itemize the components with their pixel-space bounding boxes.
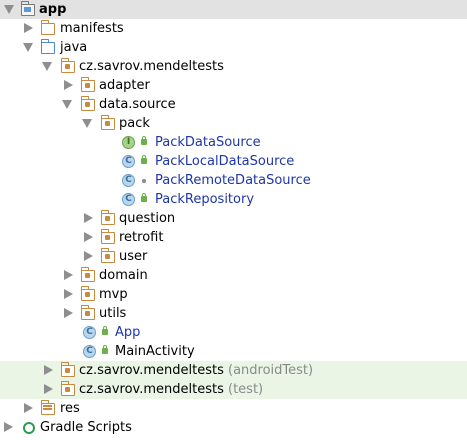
node-label: app bbox=[39, 2, 67, 17]
package-icon bbox=[60, 381, 75, 396]
tree-node-question[interactable]: question bbox=[0, 209, 467, 228]
node-label: cz.savrov.mendeltests bbox=[79, 59, 224, 74]
tree-node-app[interactable]: app bbox=[0, 0, 467, 19]
node-label: MainActivity bbox=[115, 344, 195, 359]
source-set-suffix: (test) bbox=[228, 382, 264, 397]
tree-node-pack-repository[interactable]: C PackRepository bbox=[0, 190, 467, 209]
collapse-arrow-icon[interactable] bbox=[64, 80, 73, 90]
package-icon bbox=[60, 58, 75, 73]
package-icon bbox=[100, 229, 115, 244]
node-label: manifests bbox=[60, 21, 124, 36]
gradle-icon bbox=[23, 422, 35, 434]
package-icon bbox=[100, 248, 115, 263]
tree-node-data-source[interactable]: data.source bbox=[0, 95, 467, 114]
expand-arrow-icon[interactable] bbox=[82, 119, 92, 128]
tree-node-app-class[interactable]: C App bbox=[0, 323, 467, 342]
tree-node-res[interactable]: res bbox=[0, 399, 467, 418]
node-label: mvp bbox=[99, 287, 128, 302]
tree-node-domain[interactable]: domain bbox=[0, 266, 467, 285]
collapse-arrow-icon[interactable] bbox=[84, 251, 93, 261]
folder-icon bbox=[40, 20, 55, 35]
tree-node-gradle-scripts[interactable]: Gradle Scripts bbox=[0, 418, 467, 437]
public-lock-icon bbox=[141, 155, 147, 164]
collapse-arrow-icon[interactable] bbox=[64, 289, 73, 299]
expand-arrow-icon[interactable] bbox=[4, 5, 14, 14]
interface-icon: I bbox=[122, 136, 135, 149]
tree-node-adapter[interactable]: adapter bbox=[0, 76, 467, 95]
expand-arrow-icon[interactable] bbox=[42, 62, 52, 71]
tree-node-package-android-test[interactable]: cz.savrov.mendeltests (androidTest) bbox=[0, 361, 467, 380]
package-icon bbox=[60, 362, 75, 377]
class-icon: C bbox=[122, 155, 135, 168]
node-label: cz.savrov.mendeltests (test) bbox=[79, 381, 263, 398]
expand-arrow-icon[interactable] bbox=[23, 43, 33, 52]
collapse-arrow-icon[interactable] bbox=[24, 403, 33, 413]
tree-node-package-main[interactable]: cz.savrov.mendeltests bbox=[0, 57, 467, 76]
tree-node-retrofit[interactable]: retrofit bbox=[0, 228, 467, 247]
tree-node-manifests[interactable]: manifests bbox=[0, 19, 467, 38]
tree-node-main-activity[interactable]: C MainActivity bbox=[0, 342, 467, 361]
source-set-suffix: (androidTest) bbox=[228, 363, 314, 378]
package-icon bbox=[80, 305, 95, 320]
public-lock-icon bbox=[102, 326, 108, 335]
node-label: domain bbox=[99, 268, 148, 283]
expand-arrow-icon[interactable] bbox=[62, 100, 72, 109]
tree-node-pack[interactable]: pack bbox=[0, 114, 467, 133]
collapse-arrow-icon[interactable] bbox=[64, 308, 73, 318]
node-label: PackRepository bbox=[155, 192, 255, 207]
node-label: Gradle Scripts bbox=[40, 420, 132, 435]
node-label: data.source bbox=[99, 97, 176, 112]
tree-node-java[interactable]: java bbox=[0, 38, 467, 57]
package-icon bbox=[80, 77, 95, 92]
public-lock-icon bbox=[141, 136, 147, 145]
collapse-arrow-icon[interactable] bbox=[4, 422, 13, 432]
package-icon bbox=[80, 267, 95, 282]
node-label: adapter bbox=[99, 78, 150, 93]
node-label: res bbox=[60, 401, 80, 416]
node-label: java bbox=[60, 40, 88, 55]
node-label: utils bbox=[99, 306, 127, 321]
node-label: PackDataSource bbox=[155, 135, 261, 150]
package-icon bbox=[100, 210, 115, 225]
collapse-arrow-icon[interactable] bbox=[24, 23, 33, 33]
tree-node-utils[interactable]: utils bbox=[0, 304, 467, 323]
node-label: question bbox=[119, 211, 176, 226]
tree-node-pack-data-source[interactable]: I PackDataSource bbox=[0, 133, 467, 152]
node-label: cz.savrov.mendeltests (androidTest) bbox=[79, 362, 313, 379]
class-icon: C bbox=[122, 174, 135, 187]
class-icon: C bbox=[83, 326, 96, 339]
package-icon bbox=[100, 115, 115, 130]
source-folder-icon bbox=[40, 39, 55, 54]
resource-folder-icon bbox=[40, 400, 55, 415]
tree-node-pack-local-data-source[interactable]: C PackLocalDataSource bbox=[0, 152, 467, 171]
collapse-arrow-icon[interactable] bbox=[84, 232, 93, 242]
package-name: cz.savrov.mendeltests bbox=[79, 382, 224, 397]
collapse-arrow-icon[interactable] bbox=[84, 213, 93, 223]
package-name: cz.savrov.mendeltests bbox=[79, 363, 224, 378]
package-icon bbox=[80, 96, 95, 111]
tree-node-package-test[interactable]: cz.savrov.mendeltests (test) bbox=[0, 380, 467, 399]
tree-node-pack-remote-data-source[interactable]: C PackRemoteDataSource bbox=[0, 171, 467, 190]
collapse-arrow-icon[interactable] bbox=[64, 270, 73, 280]
public-lock-icon bbox=[102, 345, 108, 354]
node-label: retrofit bbox=[119, 230, 164, 245]
node-label: App bbox=[115, 325, 141, 340]
node-label: PackLocalDataSource bbox=[155, 154, 295, 169]
package-icon bbox=[80, 286, 95, 301]
node-label: PackRemoteDataSource bbox=[155, 173, 311, 188]
node-label: pack bbox=[119, 116, 150, 131]
package-private-dot-icon bbox=[142, 179, 146, 183]
class-icon: C bbox=[122, 193, 135, 206]
class-icon: C bbox=[83, 345, 96, 358]
public-lock-icon bbox=[141, 193, 147, 202]
module-folder-icon bbox=[20, 1, 35, 16]
tree-node-user[interactable]: user bbox=[0, 247, 467, 266]
collapse-arrow-icon[interactable] bbox=[44, 384, 53, 394]
node-label: user bbox=[119, 249, 148, 264]
tree-node-mvp[interactable]: mvp bbox=[0, 285, 467, 304]
collapse-arrow-icon[interactable] bbox=[44, 365, 53, 375]
